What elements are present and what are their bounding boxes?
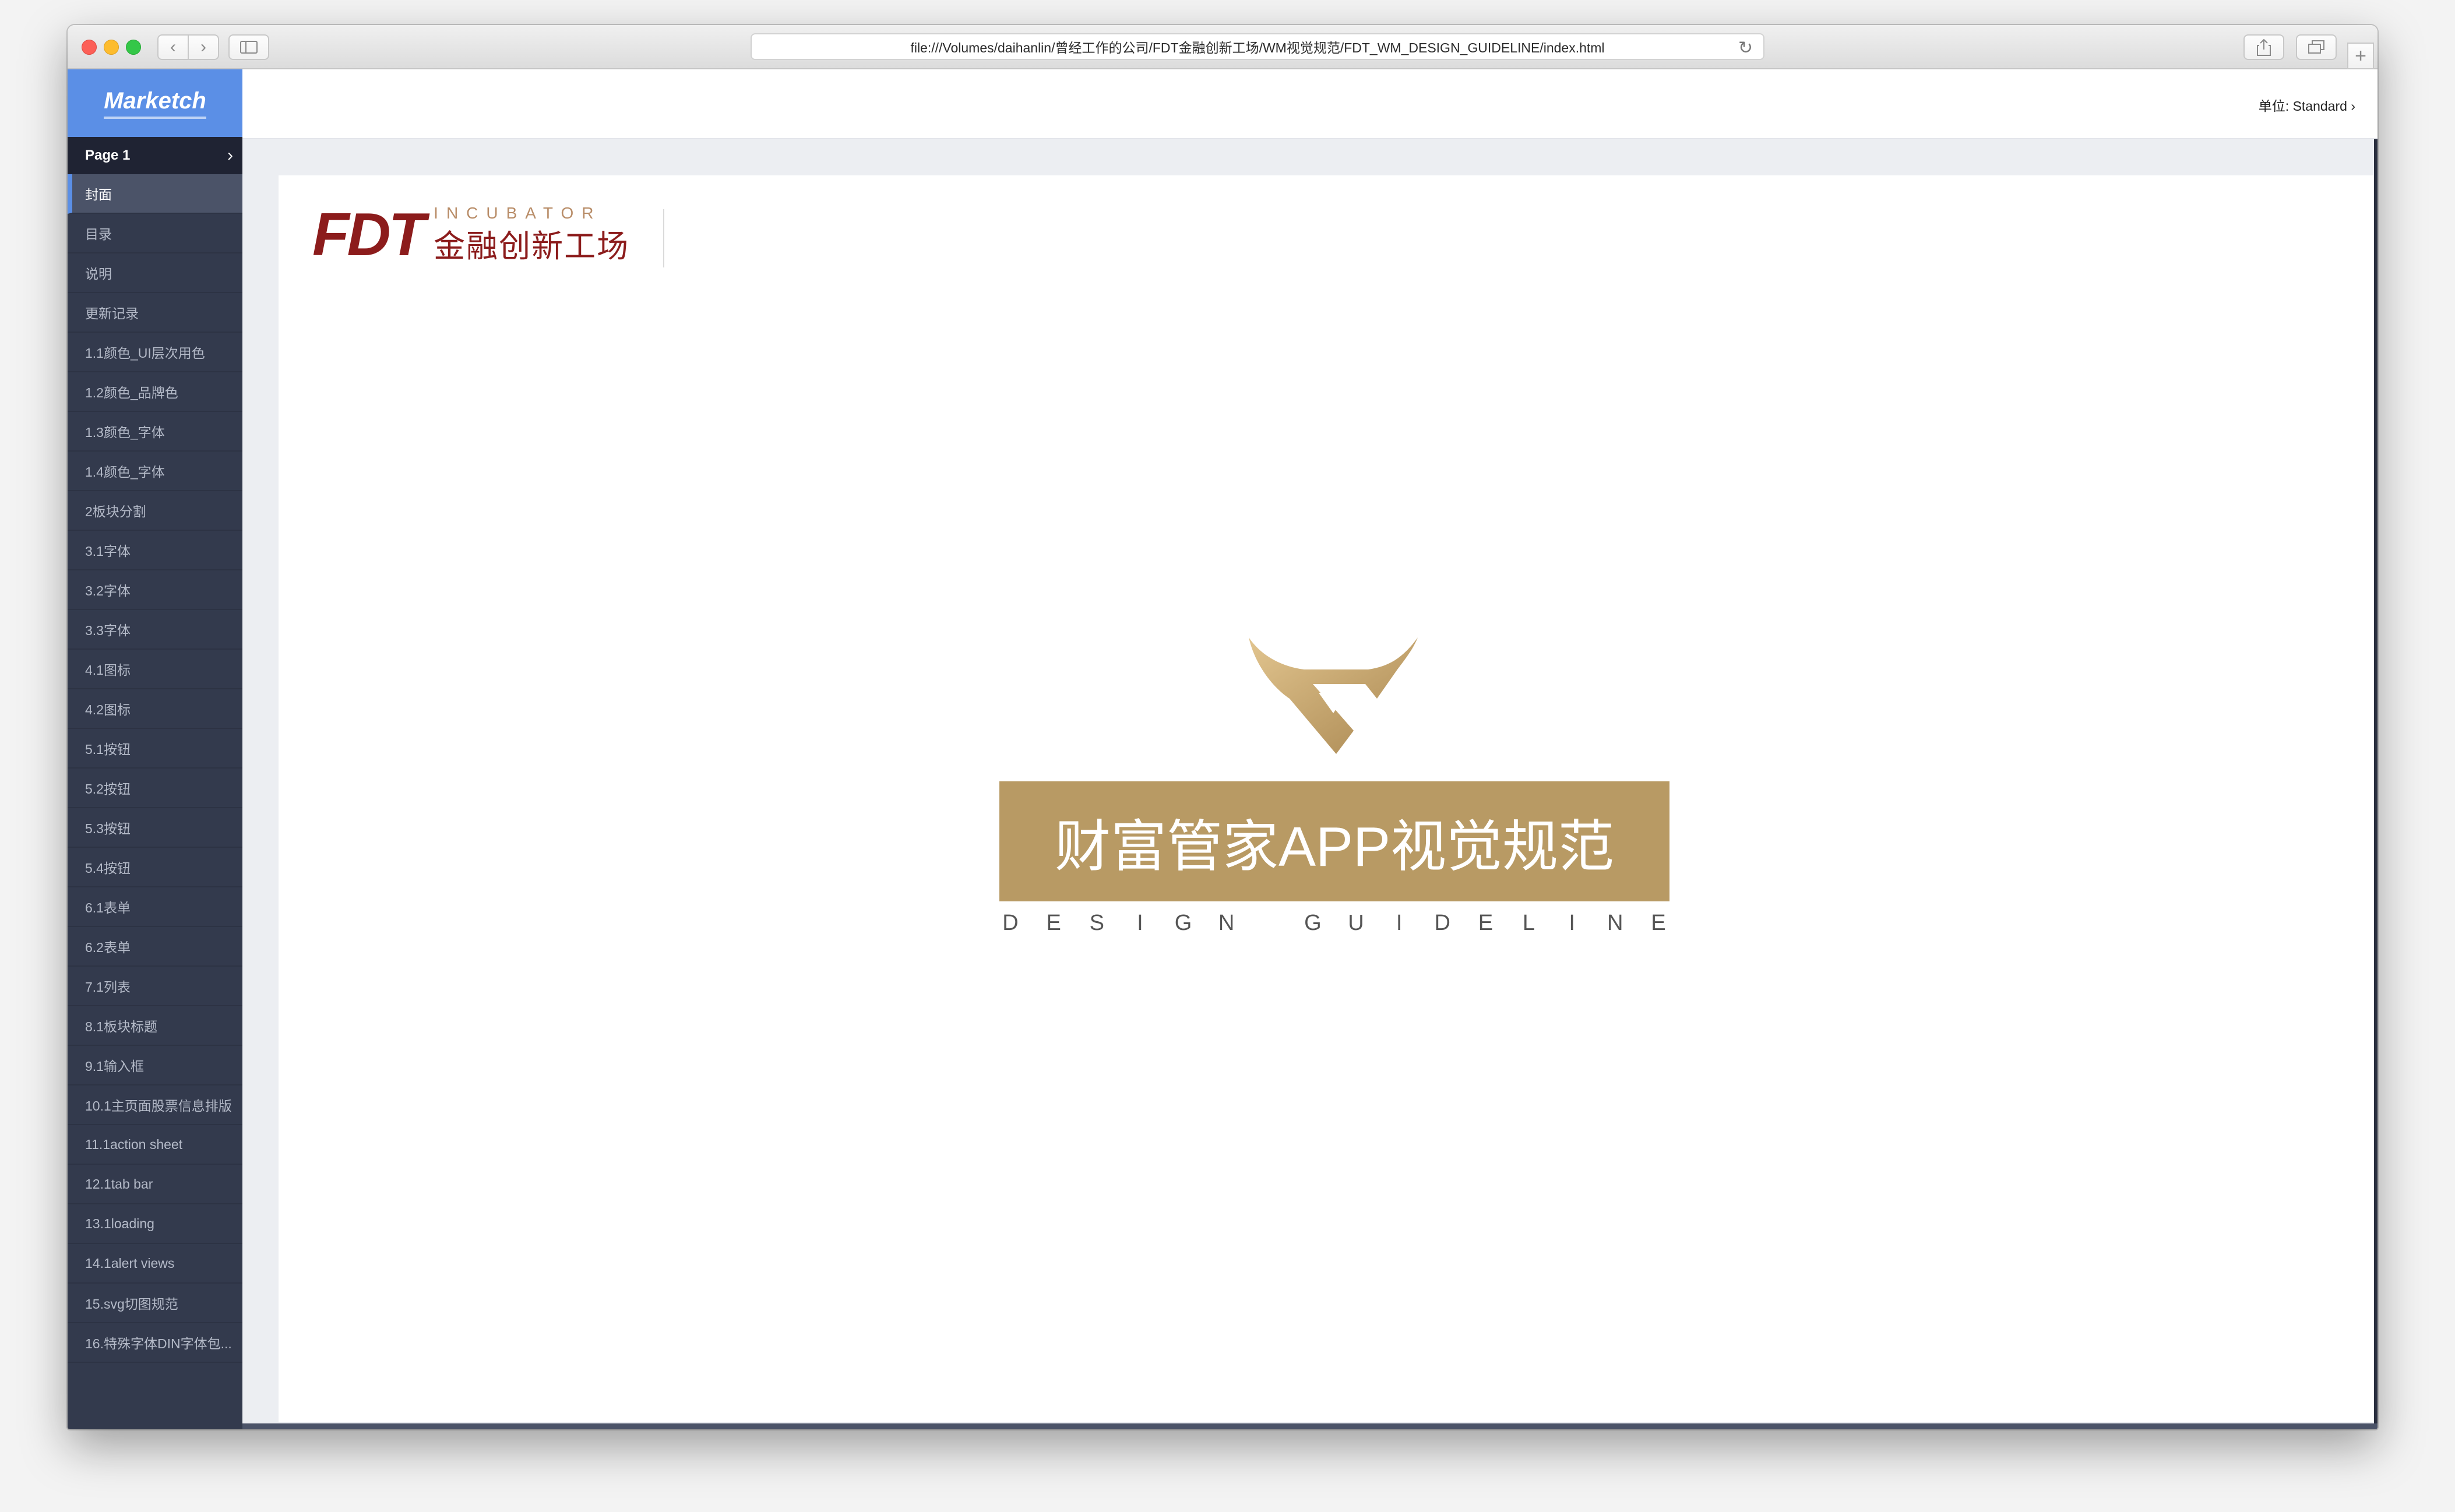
brand-header[interactable]: Marketch xyxy=(68,69,242,137)
subtitle-letter: I xyxy=(1396,911,1403,935)
zoom-window-button[interactable] xyxy=(126,40,141,55)
sidebar-item[interactable]: 10.1主页面股票信息排版 xyxy=(68,1085,242,1125)
subtitle-letter: N xyxy=(1607,911,1623,935)
back-button[interactable]: ‹ xyxy=(157,34,189,60)
subtitle-letter: G xyxy=(1304,911,1322,935)
sidebar-item[interactable]: 1.1颜色_UI层次用色 xyxy=(68,333,242,372)
tabs-overview-button[interactable] xyxy=(2296,34,2337,60)
brand-logo: Marketch xyxy=(104,88,206,119)
sidebar-item[interactable]: 15.svg切图规范 xyxy=(68,1284,242,1323)
guideline-title-banner: 财富管家APP视觉规范 xyxy=(999,781,1669,901)
subtitle-letter: L xyxy=(1522,911,1535,935)
subtitle-letter xyxy=(1259,911,1281,936)
fdt-logo-mark: FDT xyxy=(312,200,425,269)
sidebar-item[interactable]: 3.2字体 xyxy=(68,570,242,610)
chevron-right-icon: › xyxy=(227,146,233,165)
subtitle-letter: E xyxy=(1046,911,1061,935)
sidebar-item[interactable]: 7.1列表 xyxy=(68,967,242,1006)
plus-icon: + xyxy=(2355,44,2366,67)
sidebar-item[interactable]: 5.4按钮 xyxy=(68,848,242,887)
sidebar-item[interactable]: 封面 xyxy=(68,174,242,214)
share-button[interactable] xyxy=(2243,34,2284,60)
sidebar-item[interactable]: 3.1字体 xyxy=(68,531,242,570)
sidebar-item[interactable]: 3.3字体 xyxy=(68,610,242,650)
sidebar-item[interactable]: 12.1tab bar xyxy=(68,1165,242,1204)
fdt-logo-words: INCUBATOR 金融创新工场 xyxy=(434,204,629,266)
subtitle-letter: I xyxy=(1137,911,1143,935)
sidebar-toggle-button[interactable] xyxy=(228,34,269,60)
share-icon xyxy=(2257,38,2271,56)
chevron-right-icon: › xyxy=(200,37,206,57)
sidebar: Marketch Page 1 › 封面 目录 说明 更新记录 1.1颜色_UI层次用色… xyxy=(68,69,242,1429)
sidebar-item[interactable]: 5.2按钮 xyxy=(68,769,242,808)
sidebar-item[interactable]: 5.3按钮 xyxy=(68,808,242,848)
sidebar-item[interactable]: 4.2图标 xyxy=(68,689,242,729)
sidebar-item[interactable]: 1.2颜色_品牌色 xyxy=(68,372,242,412)
sidebar-item[interactable]: 11.1action sheet xyxy=(68,1125,242,1165)
browser-toolbar: ‹ › file:///Volumes/daihanlin/曾经工作的公司/FD… xyxy=(68,25,2377,69)
subtitle-letter: I xyxy=(1569,911,1575,935)
page-selector[interactable]: Page 1 › xyxy=(68,137,242,174)
sidebar-item[interactable]: 8.1板块标题 xyxy=(68,1006,242,1046)
sidebar-item[interactable]: 1.3颜色_字体 xyxy=(68,412,242,452)
browser-window: ‹ › file:///Volumes/daihanlin/曾经工作的公司/FD… xyxy=(68,25,2377,1429)
top-header: 单位: Standard › xyxy=(242,69,2377,139)
sidebar-item[interactable]: 2板块分割 xyxy=(68,491,242,531)
artboard-cover: FDT INCUBATOR 金融创新工场 财富管家APP视觉规范 DESIGN … xyxy=(279,175,2375,1422)
subtitle-letter: U xyxy=(1348,911,1364,935)
address-bar[interactable]: file:///Volumes/daihanlin/曾经工作的公司/FDT金融创… xyxy=(751,33,1764,60)
tabs-icon xyxy=(2308,40,2324,54)
subtitle-letter: E xyxy=(1478,911,1494,935)
sidebar-item[interactable]: 1.4颜色_字体 xyxy=(68,452,242,491)
sidebar-item[interactable]: 4.1图标 xyxy=(68,650,242,689)
fdt-chinese-name: 金融创新工场 xyxy=(434,228,630,264)
sidebar-item[interactable]: 更新记录 xyxy=(68,293,242,333)
logo-divider xyxy=(663,209,664,267)
subtitle-letter: E xyxy=(1651,911,1666,935)
sidebar-item[interactable]: 6.2表单 xyxy=(68,927,242,967)
sidebar-icon xyxy=(240,41,258,54)
sidebar-item[interactable]: 目录 xyxy=(68,214,242,253)
new-tab-button[interactable]: + xyxy=(2347,43,2374,69)
artboard-list: 封面 目录 说明 更新记录 1.1颜色_UI层次用色 1.2颜色_品牌色 1.3颜色_字体 1… xyxy=(68,174,242,1363)
fdt-logo: FDT INCUBATOR 金融创新工场 xyxy=(312,201,629,269)
horizontal-scrollbar[interactable] xyxy=(242,1423,2377,1429)
sidebar-item[interactable]: 16.特殊字体DIN字体包... xyxy=(68,1323,242,1363)
subtitle-letter: G xyxy=(1174,911,1192,935)
unit-label: 单位: xyxy=(2258,98,2290,114)
subtitle-letter: D xyxy=(1434,911,1450,935)
subtitle-letter: S xyxy=(1089,911,1104,935)
forward-button[interactable]: › xyxy=(188,34,219,60)
sidebar-item[interactable]: 9.1输入框 xyxy=(68,1046,242,1085)
guideline-title: 财富管家APP视觉规范 xyxy=(1054,815,1615,878)
wm-emblem-icon xyxy=(1249,637,1418,754)
sidebar-item[interactable]: 6.1表单 xyxy=(68,887,242,927)
sidebar-item[interactable]: 说明 xyxy=(68,253,242,293)
sidebar-item[interactable]: 13.1loading xyxy=(68,1204,242,1244)
page-label: Page 1 xyxy=(85,147,131,163)
chevron-right-icon: › xyxy=(2351,98,2355,114)
unit-value: Standard xyxy=(2292,98,2347,114)
chevron-left-icon: ‹ xyxy=(170,37,176,57)
subtitle-letter: N xyxy=(1218,911,1235,935)
sidebar-item[interactable]: 5.1按钮 xyxy=(68,729,242,769)
window-edge xyxy=(2374,139,2377,1429)
design-guideline-subtitle: DESIGN GUIDELINE xyxy=(999,911,1669,936)
reload-icon[interactable]: ↻ xyxy=(1738,38,1753,58)
subtitle-letter: D xyxy=(1002,911,1019,935)
unit-selector[interactable]: 单位: Standard › xyxy=(2259,95,2355,115)
sidebar-item[interactable]: 14.1alert views xyxy=(68,1244,242,1284)
close-window-button[interactable] xyxy=(82,40,97,55)
url-text: file:///Volumes/daihanlin/曾经工作的公司/FDT金融创… xyxy=(910,40,1605,55)
minimize-window-button[interactable] xyxy=(104,40,119,55)
